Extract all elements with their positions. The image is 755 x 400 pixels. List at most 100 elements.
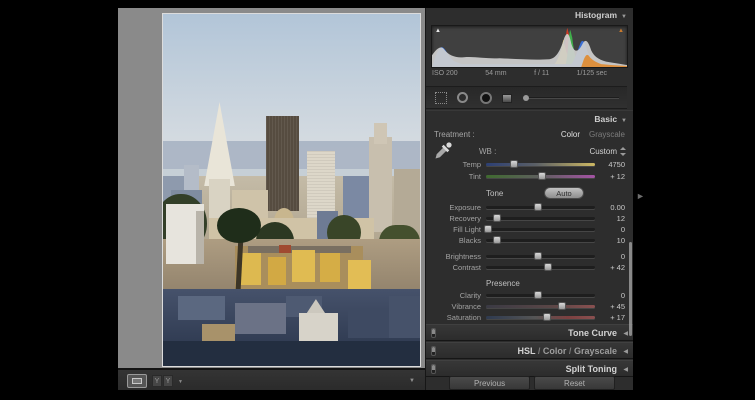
expand-arrow-icon[interactable]: ◀ — [623, 348, 628, 355]
tool-strip-slider[interactable] — [524, 97, 619, 99]
collapse-arrow-icon[interactable]: ▼ — [621, 14, 627, 20]
reset-button[interactable]: Reset — [534, 376, 615, 390]
vibrance-slider-thumb[interactable] — [558, 302, 566, 310]
exif-info-row: ISO 200 54 mm f / 11 1/125 sec — [432, 70, 607, 81]
slider-label: Temp — [426, 160, 481, 169]
compare-view-icon[interactable]: Y — [152, 375, 162, 387]
white-balance-eyedropper-icon[interactable] — [433, 141, 453, 161]
panel-scrollbar[interactable] — [629, 242, 632, 336]
panel-reveal-arrow-icon[interactable]: ► — [636, 191, 645, 201]
recovery-slider-thumb[interactable] — [493, 214, 501, 222]
basic-title: Basic — [594, 114, 617, 124]
wb-label: WB : — [479, 147, 496, 156]
compare-view-buttons[interactable]: Y Y — [152, 375, 173, 387]
treatment-row: Treatment : ColorGrayscale — [426, 130, 633, 142]
photo-shape — [394, 169, 420, 232]
lightroom-develop-module: Y Y ▼ ▼ Histogram ▼ — [118, 8, 633, 390]
treatment-grayscale-option[interactable]: Grayscale — [589, 130, 625, 139]
photo[interactable] — [163, 14, 420, 366]
vibrance-slider-track[interactable] — [486, 305, 595, 308]
slider-value: 0 — [597, 225, 625, 234]
auto-tone-button[interactable]: Auto — [544, 187, 584, 199]
fill-light-slider-thumb[interactable] — [484, 225, 492, 233]
wb-preset-dropdown-icon[interactable] — [620, 147, 626, 156]
exposure-slider[interactable]: Exposure 0.00 — [426, 202, 633, 213]
histogram[interactable]: ▲ ▲ — [431, 25, 628, 68]
slider-value: + 12 — [597, 172, 625, 181]
brightness-slider[interactable]: Brightness 0 — [426, 251, 633, 262]
hsl-color-label[interactable]: Color — [543, 346, 567, 356]
expand-arrow-icon[interactable]: ◀ — [623, 366, 628, 373]
histogram-panel-header[interactable]: Histogram ▼ — [426, 10, 627, 24]
slider-label: Vibrance — [426, 302, 481, 311]
contrast-slider[interactable]: Contrast + 42 — [426, 262, 633, 273]
view-toolbar: Y Y ▼ ▼ — [118, 368, 425, 390]
saturation-slider[interactable]: Saturation + 17 — [426, 312, 633, 323]
photo-shape — [240, 253, 261, 285]
panel-enable-toggle[interactable] — [431, 364, 436, 374]
basic-panel-header[interactable]: Basic ▼ — [426, 114, 627, 128]
saturation-slider-track[interactable] — [486, 316, 595, 319]
fill-light-slider[interactable]: Fill Light 0 — [426, 224, 633, 235]
footer-buttons: Previous Reset — [426, 376, 627, 390]
slider-label: Contrast — [426, 263, 481, 272]
temp-slider[interactable]: Temp 4750 — [426, 159, 633, 170]
tool-strip — [426, 86, 627, 109]
tone-curve-panel-header[interactable]: Tone Curve ◀ — [426, 324, 633, 341]
highlight-clipping-indicator-icon[interactable]: ▲ — [618, 28, 624, 34]
clarity-slider[interactable]: Clarity 0 — [426, 290, 633, 301]
panel-enable-toggle[interactable] — [431, 328, 436, 338]
temp-slider-thumb[interactable] — [510, 160, 518, 168]
toolbar-content-dropdown-icon[interactable]: ▼ — [409, 378, 415, 384]
tint-slider-thumb[interactable] — [538, 172, 546, 180]
saturation-slider-thumb[interactable] — [543, 313, 551, 321]
expand-arrow-icon[interactable]: ◀ — [623, 330, 628, 337]
slider-value: 0 — [597, 291, 625, 300]
wb-preset-value[interactable]: Custom — [589, 147, 617, 156]
clarity-slider-thumb[interactable] — [534, 291, 542, 299]
previous-button[interactable]: Previous — [449, 376, 530, 390]
blacks-slider-thumb[interactable] — [493, 236, 501, 244]
hsl-label[interactable]: HSL — [518, 346, 536, 356]
recovery-slider[interactable]: Recovery 12 — [426, 213, 633, 224]
contrast-slider-track[interactable] — [486, 266, 595, 269]
photo-shape — [268, 257, 286, 285]
treatment-color-option[interactable]: Color — [561, 130, 580, 139]
blacks-slider-track[interactable] — [486, 239, 595, 242]
slider-label: Exposure — [426, 203, 481, 212]
slider-value: 10 — [597, 236, 625, 245]
photo-shape — [163, 341, 420, 366]
tint-slider[interactable]: Tint + 12 — [426, 171, 633, 182]
collapse-arrow-icon[interactable]: ▼ — [621, 118, 627, 124]
temp-slider-track[interactable] — [486, 163, 595, 166]
slider-value: 0 — [597, 252, 625, 261]
crop-overlay-icon[interactable] — [435, 92, 447, 104]
exposure-slider-thumb[interactable] — [534, 203, 542, 211]
slider-label: Saturation — [426, 313, 481, 322]
hsl-grayscale-label[interactable]: Grayscale — [574, 346, 617, 356]
red-eye-correction-icon[interactable] — [480, 92, 492, 104]
graduated-filter-icon[interactable] — [502, 94, 512, 103]
brightness-slider-thumb[interactable] — [534, 252, 542, 260]
split-toning-panel-header[interactable]: Split Toning ◀ — [426, 360, 633, 377]
loupe-view-icon[interactable] — [127, 374, 147, 388]
slider-value: 0.00 — [597, 203, 625, 212]
contrast-slider-thumb[interactable] — [544, 263, 552, 271]
blacks-slider[interactable]: Blacks 10 — [426, 235, 633, 246]
split-toning-title: Split Toning — [566, 364, 617, 374]
tone-header-row: Tone Auto — [426, 187, 633, 201]
hsl-panel-header[interactable]: HSL / Color / Grayscale ◀ — [426, 342, 633, 359]
photo-shape — [348, 260, 371, 292]
histogram-title: Histogram — [575, 10, 617, 20]
view-mode-dropdown-icon[interactable]: ▼ — [178, 379, 183, 385]
tone-label: Tone — [486, 189, 503, 198]
shadow-clipping-indicator-icon[interactable]: ▲ — [435, 28, 441, 34]
panel-enable-toggle[interactable] — [431, 346, 436, 356]
vibrance-slider[interactable]: Vibrance + 45 — [426, 301, 633, 312]
app-frame: Y Y ▼ ▼ Histogram ▼ — [0, 0, 755, 400]
survey-view-icon[interactable]: Y — [163, 375, 173, 387]
fill-light-slider-track[interactable] — [486, 228, 595, 231]
recovery-slider-track[interactable] — [486, 217, 595, 220]
spot-removal-icon[interactable] — [457, 92, 468, 103]
tool-strip-slider-knob[interactable] — [523, 95, 529, 101]
